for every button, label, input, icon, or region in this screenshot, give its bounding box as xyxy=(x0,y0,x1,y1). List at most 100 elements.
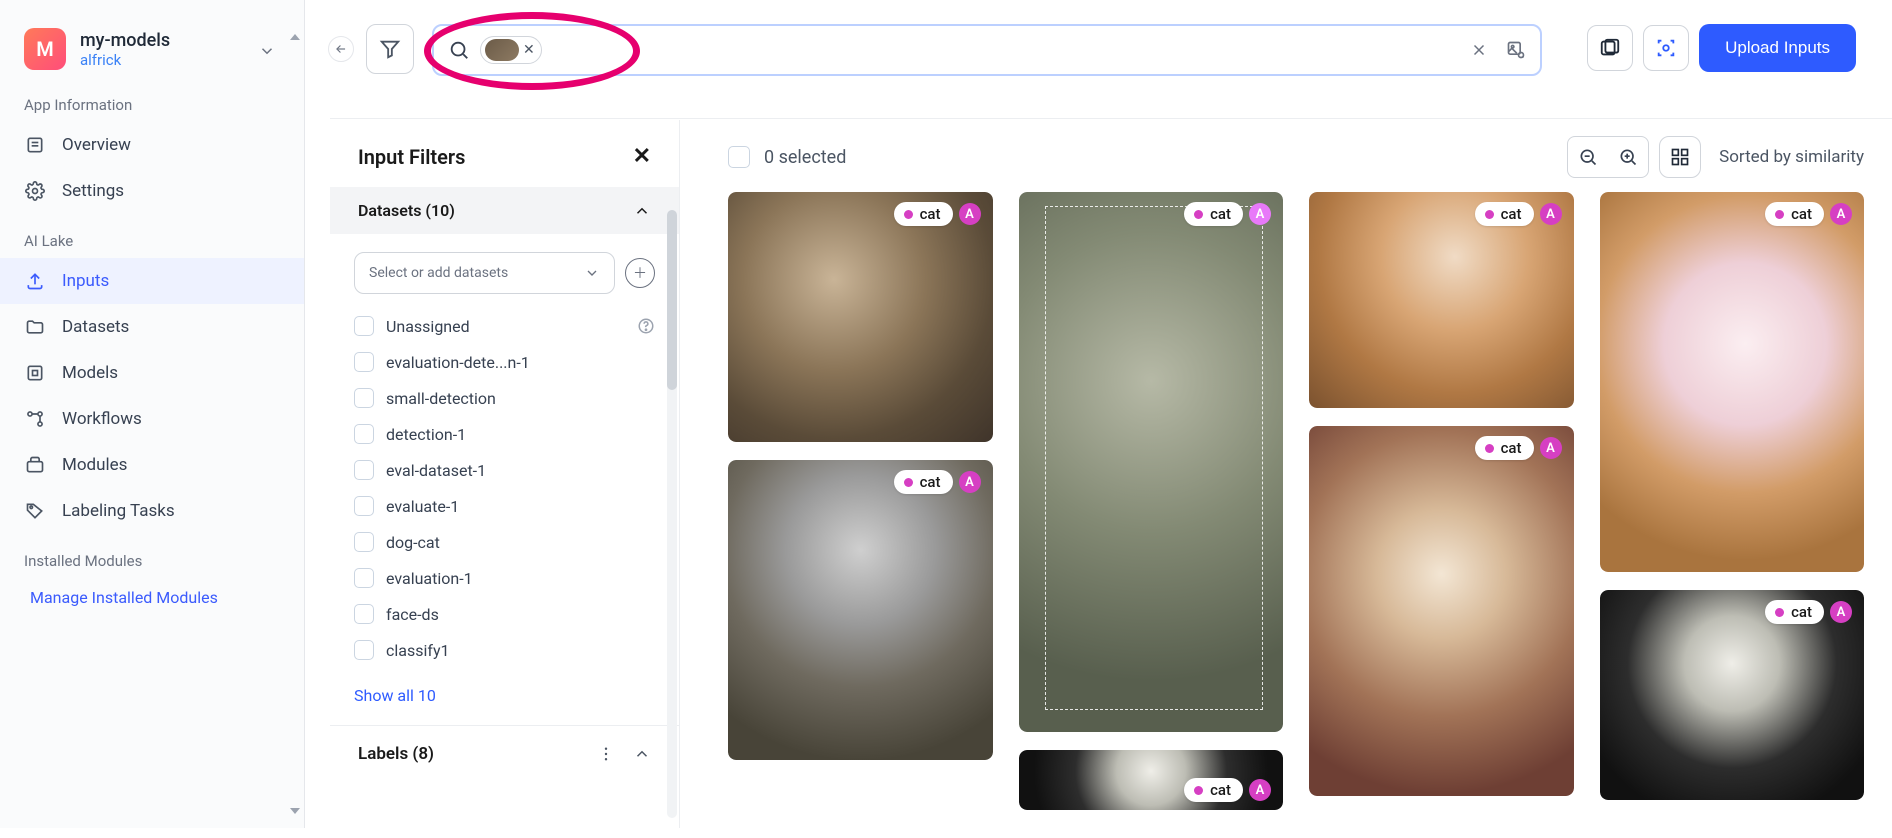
dataset-row[interactable]: detection-1 xyxy=(354,416,655,452)
annotator-badge[interactable]: A xyxy=(1249,779,1271,801)
annotator-badge[interactable]: A xyxy=(1540,437,1562,459)
labels-section-header[interactable]: Labels (8) xyxy=(330,725,679,782)
dataset-checkbox[interactable] xyxy=(354,352,374,372)
chip-remove-icon[interactable]: ✕ xyxy=(523,42,535,58)
datasets-select[interactable]: Select or add datasets xyxy=(354,252,615,294)
zoom-out-button[interactable] xyxy=(1568,137,1608,177)
dataset-row[interactable]: evaluate-1 xyxy=(354,488,655,524)
nav-modules[interactable]: Modules xyxy=(0,442,304,488)
result-card[interactable]: cat A xyxy=(1309,192,1574,408)
result-tag[interactable]: cat xyxy=(894,202,953,226)
close-filters-icon[interactable]: ✕ xyxy=(633,144,651,169)
overview-icon xyxy=(24,134,46,156)
result-tag[interactable]: cat xyxy=(1184,202,1243,226)
chevron-up-icon[interactable] xyxy=(633,745,651,763)
datasets-section-header[interactable]: Datasets (10) xyxy=(330,187,679,234)
nav-label: Overview xyxy=(62,135,131,155)
dataset-checkbox[interactable] xyxy=(354,496,374,516)
filter-toggle-button[interactable] xyxy=(366,24,414,74)
chevron-down-icon[interactable] xyxy=(258,42,276,60)
annotator-badge[interactable]: A xyxy=(1540,203,1562,225)
result-card[interactable]: cat A xyxy=(1600,590,1865,800)
dataset-row[interactable]: small-detection xyxy=(354,380,655,416)
collapse-sidebar-button[interactable] xyxy=(328,36,354,62)
result-card[interactable]: cat A xyxy=(1019,192,1284,732)
tag-dot-icon xyxy=(1775,210,1784,219)
result-card[interactable]: cat A xyxy=(728,192,993,442)
upload-inputs-button[interactable]: Upload Inputs xyxy=(1699,24,1856,72)
nav-settings[interactable]: Settings xyxy=(0,168,304,214)
gallery-button[interactable] xyxy=(1587,25,1633,71)
result-tag[interactable]: cat xyxy=(1475,202,1534,226)
result-card[interactable]: cat A xyxy=(1309,426,1574,796)
annotator-badge[interactable]: A xyxy=(1830,203,1852,225)
nav-inputs[interactable]: Inputs xyxy=(0,258,304,304)
result-card[interactable]: cat A xyxy=(1600,192,1865,572)
nav-workflows[interactable]: Workflows xyxy=(0,396,304,442)
result-card[interactable]: cat A xyxy=(1019,750,1284,810)
add-dataset-button[interactable]: ＋ xyxy=(625,258,655,288)
dataset-row[interactable]: eval-dataset-1 xyxy=(354,452,655,488)
datasets-header-label: Datasets (10) xyxy=(358,201,455,220)
dataset-checkbox[interactable] xyxy=(354,568,374,588)
clear-search-icon[interactable] xyxy=(1470,41,1488,59)
image-search-icon[interactable] xyxy=(1506,40,1526,60)
labeling-icon xyxy=(24,500,46,522)
dataset-checkbox[interactable] xyxy=(354,460,374,480)
object-mode-button[interactable] xyxy=(1643,25,1689,71)
select-all-checkbox[interactable] xyxy=(728,146,750,168)
dataset-row[interactable]: evaluation-dete...n-1 xyxy=(354,344,655,380)
dataset-row[interactable]: face-ds xyxy=(354,596,655,632)
result-tag[interactable]: cat xyxy=(1475,436,1534,460)
filters-scrollbar-thumb[interactable] xyxy=(667,210,677,390)
dataset-row[interactable]: classify1 xyxy=(354,632,655,668)
labels-header-label: Labels (8) xyxy=(358,744,434,764)
annotator-badge[interactable]: A xyxy=(959,471,981,493)
results-toolbar: 0 selected Sorted by similarity xyxy=(728,136,1864,192)
sidebar-scrollbar[interactable] xyxy=(286,10,304,838)
layout-toggle-button[interactable] xyxy=(1659,136,1701,178)
chevron-up-icon[interactable] xyxy=(633,202,651,220)
dataset-checkbox[interactable] xyxy=(354,424,374,444)
more-icon[interactable] xyxy=(597,745,615,763)
annotator-badge[interactable]: A xyxy=(959,203,981,225)
annotator-badge[interactable]: A xyxy=(1249,203,1271,225)
result-tag[interactable]: cat xyxy=(894,470,953,494)
section-ai-lake: AI Lake xyxy=(0,214,304,258)
results-area: 0 selected Sorted by similarity cat A xyxy=(700,120,1892,828)
annotator-badge[interactable]: A xyxy=(1830,601,1852,623)
search-bar[interactable]: ✕ xyxy=(432,24,1542,76)
zoom-in-button[interactable] xyxy=(1608,137,1648,177)
dataset-checkbox[interactable] xyxy=(354,316,374,336)
dataset-row[interactable]: evaluation-1 xyxy=(354,560,655,596)
search-image-chip[interactable]: ✕ xyxy=(480,36,542,64)
result-tag[interactable]: cat xyxy=(1184,778,1243,802)
dataset-row[interactable]: Unassigned xyxy=(354,308,655,344)
nav-labeling-tasks[interactable]: Labeling Tasks xyxy=(0,488,304,534)
app-user-link[interactable]: alfrick xyxy=(80,51,170,69)
result-image xyxy=(728,460,993,760)
dataset-checkbox[interactable] xyxy=(354,640,374,660)
tag-text: cat xyxy=(1501,439,1522,457)
show-all-datasets-link[interactable]: Show all 10 xyxy=(330,674,679,725)
result-tag[interactable]: cat xyxy=(1765,600,1824,624)
nav-datasets[interactable]: Datasets xyxy=(0,304,304,350)
nav-label: Datasets xyxy=(62,317,129,337)
filters-title: Input Filters xyxy=(358,145,465,169)
result-card[interactable]: cat A xyxy=(728,460,993,760)
dataset-label: classify1 xyxy=(386,641,450,660)
manage-installed-modules-link[interactable]: Manage Installed Modules xyxy=(0,578,304,617)
filters-scrollbar[interactable] xyxy=(667,210,677,818)
nav-models[interactable]: Models xyxy=(0,350,304,396)
nav-overview[interactable]: Overview xyxy=(0,122,304,168)
nav-label: Inputs xyxy=(62,271,109,291)
dataset-checkbox[interactable] xyxy=(354,532,374,552)
sort-label[interactable]: Sorted by similarity xyxy=(1719,147,1864,167)
topbar-divider xyxy=(330,118,1892,119)
help-icon[interactable] xyxy=(637,317,655,335)
dataset-checkbox[interactable] xyxy=(354,388,374,408)
result-tag[interactable]: cat xyxy=(1765,202,1824,226)
app-header[interactable]: M my-models alfrick xyxy=(0,12,304,78)
dataset-checkbox[interactable] xyxy=(354,604,374,624)
dataset-row[interactable]: dog-cat xyxy=(354,524,655,560)
